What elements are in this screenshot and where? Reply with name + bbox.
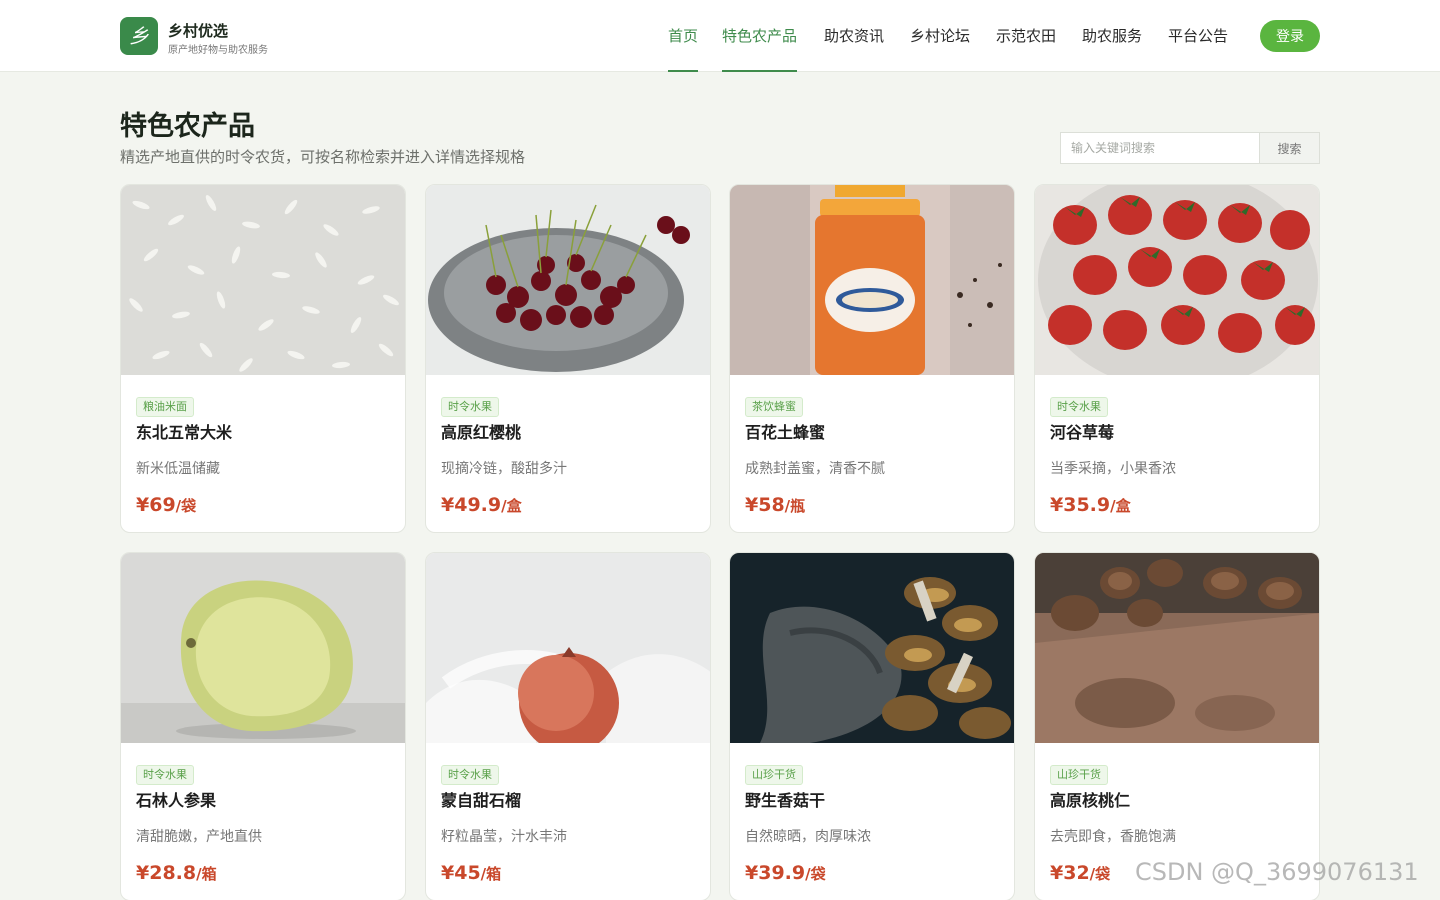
category-badge: 时令水果 (136, 765, 194, 785)
price-value: ¥49.9 (441, 494, 502, 516)
product-name[interactable]: 百花土蜂蜜 (745, 419, 825, 443)
nav-services-label: 助农服务 (1082, 27, 1143, 45)
price-value: ¥69 (136, 494, 176, 516)
mushrooms-image (730, 553, 1014, 743)
price-value: ¥28.8 (136, 862, 197, 884)
product-price: ¥35.9/盒 (1050, 494, 1131, 516)
price-value: ¥58 (745, 494, 785, 516)
product-description: 清甜脆嫩，产地直供 (136, 829, 262, 845)
product-name[interactable]: 野生香菇干 (745, 787, 825, 811)
site-subtitle: 原产地好物与助农服务 (168, 45, 268, 56)
nav-active-indicator (668, 70, 699, 72)
price-unit: /袋 (175, 497, 197, 515)
nav-news-label: 助农资讯 (824, 27, 885, 45)
logo-icon[interactable]: 乡 (120, 17, 158, 55)
pomegranate-image (426, 553, 710, 743)
price-unit: /瓶 (784, 497, 806, 515)
walnuts-image (1035, 553, 1319, 743)
site-title[interactable]: 乡村优选 (168, 20, 228, 41)
product-description: 自然晾晒，肉厚味浓 (745, 829, 871, 845)
price-unit: /袋 (805, 865, 826, 883)
product-description: 现摘冷链，酸甜多汁 (441, 461, 567, 477)
product-card[interactable]: 山珍干货 野生香菇干 自然晾晒，肉厚味浓 ¥39.9/袋 (729, 552, 1015, 900)
product-card[interactable]: 粮油米面 东北五常大米 新米低温储藏 ¥69/袋 (120, 184, 406, 533)
category-badge: 茶饮蜂蜜 (745, 397, 803, 417)
product-card[interactable]: 时令水果 蒙自甜石榴 籽粒晶莹，汁水丰沛 ¥45/箱 (425, 552, 711, 900)
product-card[interactable]: 山珍干货 高原核桃仁 去壳即食，香脆饱满 ¥32/袋 (1034, 552, 1320, 900)
price-value: ¥32 (1050, 862, 1090, 884)
product-card[interactable]: 茶饮蜂蜜 百花土蜂蜜 成熟封盖蜜，清香不腻 ¥58/瓶 (729, 184, 1015, 533)
product-description: 当季采摘，小果香浓 (1050, 461, 1176, 477)
product-name[interactable]: 蒙自甜石榴 (441, 787, 521, 811)
product-card[interactable]: 时令水果 高原红樱桃 现摘冷链，酸甜多汁 ¥49.9/盒 (425, 184, 711, 533)
nav-announcements[interactable]: 平台公告 (1168, 25, 1228, 46)
nav-active-indicator (722, 70, 798, 72)
page-subtitle: 精选产地直供的时令农货，可按名称检索并进入详情选择规格 (120, 148, 526, 166)
nav-forum-label: 乡村论坛 (910, 27, 971, 45)
product-price: ¥69/袋 (136, 494, 196, 516)
nav-services[interactable]: 助农服务 (1082, 25, 1142, 46)
price-value: ¥45 (441, 862, 481, 884)
product-name[interactable]: 高原核桃仁 (1050, 787, 1130, 811)
nav-forum[interactable]: 乡村论坛 (910, 25, 970, 46)
product-price: ¥39.9/袋 (745, 862, 826, 884)
price-unit: /盒 (501, 497, 522, 515)
nav-home-label: 首页 (668, 27, 699, 45)
nav-home[interactable]: 首页 (668, 25, 699, 72)
product-description: 籽粒晶莹，汁水丰沛 (441, 829, 567, 845)
product-name[interactable]: 石林人参果 (136, 787, 216, 811)
price-value: ¥39.9 (745, 862, 806, 884)
category-badge: 粮油米面 (136, 397, 194, 417)
product-description: 去壳即食，香脆饱满 (1050, 829, 1176, 845)
nav-products-label: 特色农产品 (722, 27, 798, 45)
nav-products[interactable]: 特色农产品 (722, 25, 798, 72)
watermark-text: CSDN @Q_3699076131 (1135, 858, 1419, 886)
login-button[interactable]: 登录 (1260, 20, 1320, 52)
search-input[interactable] (1060, 132, 1260, 164)
product-card[interactable]: 时令水果 石林人参果 清甜脆嫩，产地直供 ¥28.8/箱 (120, 552, 406, 900)
product-name[interactable]: 东北五常大米 (136, 419, 232, 443)
top-header: 乡 乡村优选 原产地好物与助农服务 首页 特色农产品 助农资讯 乡村论坛 示范农… (0, 0, 1440, 72)
price-unit: /盒 (1110, 497, 1131, 515)
rice-image (121, 185, 405, 375)
page-title: 特色农产品 (120, 111, 255, 142)
pepino-image (121, 553, 405, 743)
strawberries-image (1035, 185, 1319, 375)
product-price: ¥32/袋 (1050, 862, 1110, 884)
product-price: ¥45/箱 (441, 862, 501, 884)
category-badge: 山珍干货 (745, 765, 803, 785)
search-button[interactable]: 搜索 (1259, 132, 1320, 164)
nav-news[interactable]: 助农资讯 (824, 25, 884, 46)
product-price: ¥28.8/箱 (136, 862, 217, 884)
category-badge: 时令水果 (441, 765, 499, 785)
category-badge: 山珍干货 (1050, 765, 1108, 785)
product-price: ¥49.9/盒 (441, 494, 522, 516)
price-unit: /箱 (196, 865, 217, 883)
product-description: 成熟封盖蜜，清香不腻 (745, 461, 885, 477)
product-card[interactable]: 时令水果 河谷草莓 当季采摘，小果香浓 ¥35.9/盒 (1034, 184, 1320, 533)
price-unit: /箱 (480, 865, 502, 883)
price-unit: /袋 (1089, 865, 1111, 883)
honey-jar-image (730, 185, 1014, 375)
cherries-image (426, 185, 710, 375)
nav-demo-farms[interactable]: 示范农田 (996, 25, 1056, 46)
price-value: ¥35.9 (1050, 494, 1111, 516)
product-description: 新米低温储藏 (136, 461, 220, 477)
nav-demo-farms-label: 示范农田 (996, 27, 1057, 45)
product-name[interactable]: 高原红樱桃 (441, 419, 521, 443)
product-price: ¥58/瓶 (745, 494, 805, 516)
category-badge: 时令水果 (441, 397, 499, 417)
product-name[interactable]: 河谷草莓 (1050, 419, 1114, 443)
category-badge: 时令水果 (1050, 397, 1108, 417)
nav-announcements-label: 平台公告 (1168, 27, 1229, 45)
